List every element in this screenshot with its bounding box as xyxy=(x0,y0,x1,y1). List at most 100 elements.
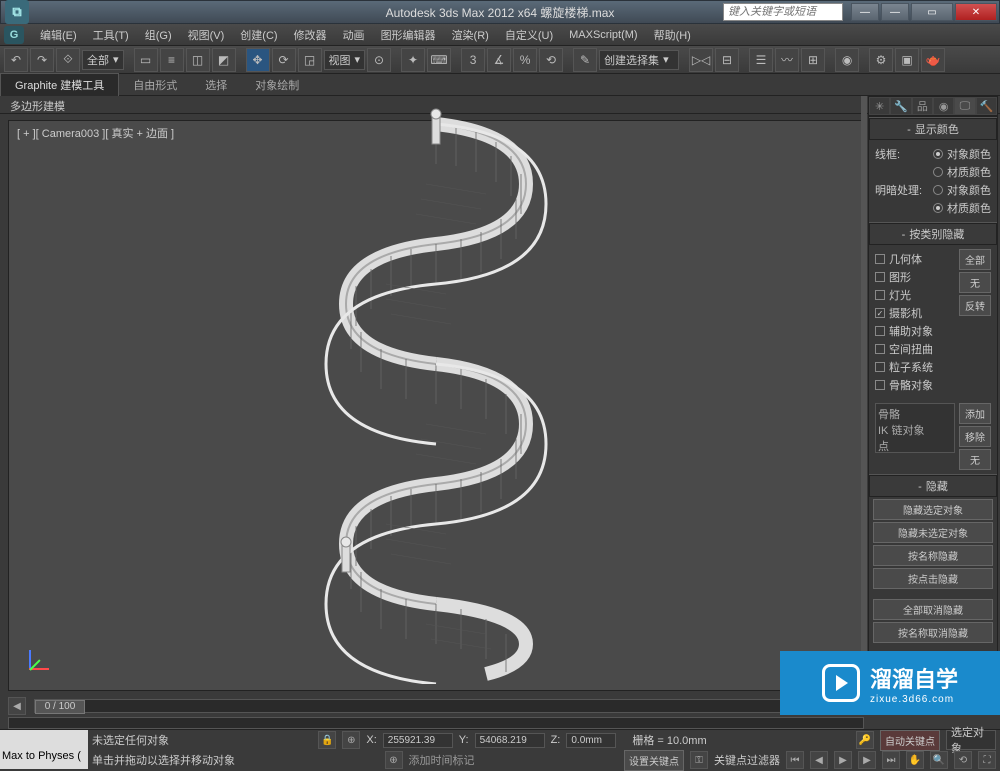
chk-bones[interactable] xyxy=(875,380,885,390)
move-button[interactable]: ✥ xyxy=(246,48,270,72)
shaded-obj-radio[interactable] xyxy=(933,185,943,195)
minimize2-button[interactable]: — xyxy=(881,3,909,21)
btn-add[interactable]: 添加 xyxy=(959,403,991,424)
menu-views[interactable]: 视图(V) xyxy=(180,25,233,45)
btn-remove[interactable]: 移除 xyxy=(959,426,991,447)
nav-pan-button[interactable]: ✋ xyxy=(906,751,924,769)
angle-snap-button[interactable]: ∡ xyxy=(487,48,511,72)
nav-orbit-button[interactable]: ⟲ xyxy=(954,751,972,769)
display-tab[interactable]: 🖵 xyxy=(954,97,975,115)
redo-button[interactable]: ↷ xyxy=(30,48,54,72)
add-time-tag[interactable]: 添加时间标记 xyxy=(409,752,475,768)
btn-all[interactable]: 全部 xyxy=(959,249,991,270)
hierarchy-tab[interactable]: 品 xyxy=(912,97,933,115)
create-tab[interactable]: ✳ xyxy=(869,97,890,115)
nav-max-button[interactable]: ⛶ xyxy=(978,751,996,769)
motion-tab[interactable]: ◉ xyxy=(933,97,954,115)
nav-zoom-button[interactable]: 🔍 xyxy=(930,751,948,769)
tab-object-paint[interactable]: 对象绘制 xyxy=(241,74,313,96)
spinner-snap-button[interactable]: ⟲ xyxy=(539,48,563,72)
btn-none[interactable]: 无 xyxy=(959,272,991,293)
menu-maxscript[interactable]: MAXScript(M) xyxy=(561,27,645,43)
absolute-mode-icon[interactable]: ⊕ xyxy=(342,731,360,749)
menu-customize[interactable]: 自定义(U) xyxy=(497,25,561,45)
wireframe-obj-radio[interactable] xyxy=(933,149,943,159)
keyboard-shortcut-button[interactable]: ⌨ xyxy=(427,48,451,72)
key-mode-icon[interactable]: 🔑 xyxy=(856,731,874,749)
coord-x-input[interactable] xyxy=(383,733,453,748)
rollout-display-color[interactable]: 显示颜色 xyxy=(869,118,997,140)
panel-scrollbar[interactable] xyxy=(861,96,867,691)
btn-unhide-by-name[interactable]: 按名称取消隐藏 xyxy=(873,622,993,643)
mirror-button[interactable]: ▷◁ xyxy=(689,48,713,72)
select-button[interactable]: ▭ xyxy=(134,48,158,72)
tab-selection[interactable]: 选择 xyxy=(191,74,241,96)
play-prev-button[interactable]: ◀ xyxy=(810,751,828,769)
timeline-left[interactable]: ◀ xyxy=(8,697,26,715)
time-tag-icon[interactable]: ⊕ xyxy=(385,751,403,769)
chk-spacewarps[interactable] xyxy=(875,344,885,354)
manipulate-button[interactable]: ✦ xyxy=(401,48,425,72)
set-key-button[interactable]: 设置关键点 xyxy=(624,750,684,771)
close-button[interactable]: ✕ xyxy=(955,3,997,21)
chk-particles[interactable] xyxy=(875,362,885,372)
app-menu-button[interactable]: G xyxy=(4,26,24,44)
snap-toggle-button[interactable]: 3 xyxy=(461,48,485,72)
time-slider[interactable]: ◀ 0 / 100 ▶ xyxy=(8,695,864,717)
btn-hide-unselected[interactable]: 隐藏未选定对象 xyxy=(873,522,993,543)
chk-shapes[interactable] xyxy=(875,272,885,282)
btn-hide-by-hit[interactable]: 按点击隐藏 xyxy=(873,568,993,589)
align-button[interactable]: ⊟ xyxy=(715,48,739,72)
menu-graph-editors[interactable]: 图形编辑器 xyxy=(373,25,444,45)
wireframe-mat-radio[interactable] xyxy=(933,167,943,177)
extra-category-list[interactable]: 骨骼 IK 链对象 点 xyxy=(875,403,955,453)
menu-edit[interactable]: 编辑(E) xyxy=(32,25,85,45)
utilities-tab[interactable]: 🔨 xyxy=(976,97,997,115)
btn-hide-by-name[interactable]: 按名称隐藏 xyxy=(873,545,993,566)
schematic-view-button[interactable]: ⊞ xyxy=(801,48,825,72)
render-setup-button[interactable]: ⚙ xyxy=(869,48,893,72)
chk-helpers[interactable] xyxy=(875,326,885,336)
btn-hide-selected[interactable]: 隐藏选定对象 xyxy=(873,499,993,520)
help-search-input[interactable] xyxy=(723,3,843,21)
render-button[interactable]: 🫖 xyxy=(921,48,945,72)
menu-tools[interactable]: 工具(T) xyxy=(85,25,137,45)
chk-cameras[interactable] xyxy=(875,308,885,318)
btn-invert[interactable]: 反转 xyxy=(959,295,991,316)
select-region-button[interactable]: ◫ xyxy=(186,48,210,72)
link-button[interactable]: ⟐ xyxy=(56,48,80,72)
rollout-hide[interactable]: 隐藏 xyxy=(869,475,997,497)
coord-y-input[interactable] xyxy=(475,733,545,748)
material-editor-button[interactable]: ◉ xyxy=(835,48,859,72)
menu-rendering[interactable]: 渲染(R) xyxy=(444,25,497,45)
restore-button[interactable]: ▭ xyxy=(911,3,953,21)
rendered-frame-button[interactable]: ▣ xyxy=(895,48,919,72)
play-button[interactable]: ▶ xyxy=(834,751,852,769)
layers-button[interactable]: ☰ xyxy=(749,48,773,72)
key-selection-dropdown[interactable]: 选定对象 xyxy=(946,730,996,750)
edit-selection-set-button[interactable]: ✎ xyxy=(573,48,597,72)
menu-group[interactable]: 组(G) xyxy=(137,25,180,45)
play-next-button[interactable]: ▶ xyxy=(858,751,876,769)
minimize-button[interactable]: — xyxy=(851,3,879,21)
track-bar[interactable] xyxy=(8,717,864,729)
scale-button[interactable]: ◲ xyxy=(298,48,322,72)
pivot-button[interactable]: ⊙ xyxy=(367,48,391,72)
play-start-button[interactable]: ⏮ xyxy=(786,751,804,769)
undo-button[interactable]: ↶ xyxy=(4,48,28,72)
auto-key-button[interactable]: 自动关键点 xyxy=(880,730,940,751)
rollout-hide-category[interactable]: 按类别隐藏 xyxy=(869,223,997,245)
menu-create[interactable]: 创建(C) xyxy=(232,25,285,45)
ref-coord-dropdown[interactable]: 视图▾ xyxy=(324,50,366,70)
key-filters-icon[interactable]: ⚿ xyxy=(690,751,708,769)
curve-editor-button[interactable]: 〰 xyxy=(775,48,799,72)
modify-tab[interactable]: 🔧 xyxy=(890,97,911,115)
tab-freeform[interactable]: 自由形式 xyxy=(119,74,191,96)
named-selection-dropdown[interactable]: 创建选择集▾ xyxy=(599,50,679,70)
shaded-mat-radio[interactable] xyxy=(933,203,943,213)
tab-graphite[interactable]: Graphite 建模工具 xyxy=(0,73,119,96)
key-filters-label[interactable]: 关键点过滤器 xyxy=(714,752,780,768)
select-by-name-button[interactable]: ≡ xyxy=(160,48,184,72)
btn-unhide-all[interactable]: 全部取消隐藏 xyxy=(873,599,993,620)
maxscript-listener[interactable]: Max to Physes ( xyxy=(2,750,86,763)
